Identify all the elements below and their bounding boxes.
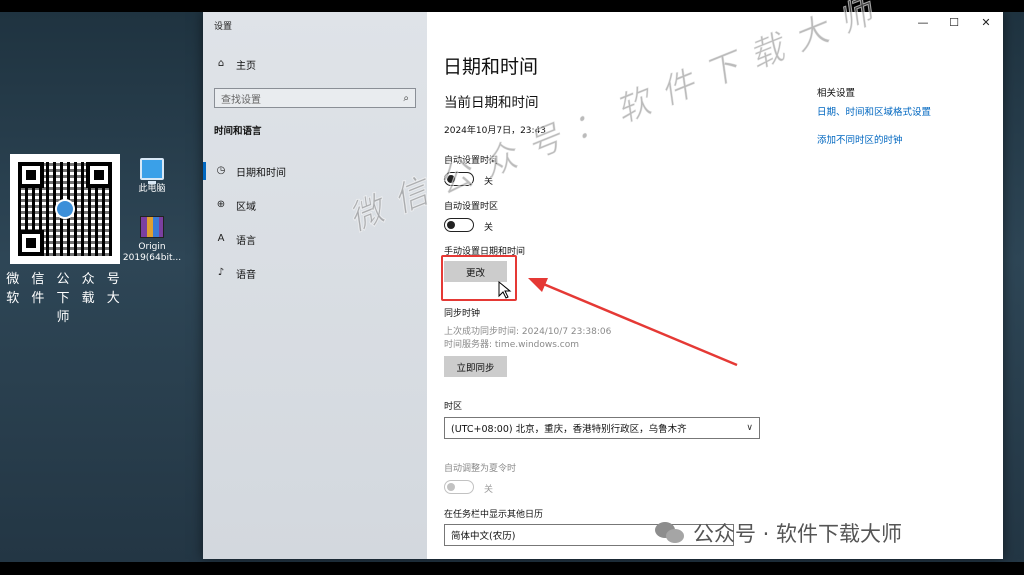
current-datetime-heading: 当前日期和时间 bbox=[444, 95, 539, 111]
microphone-icon: ♪ bbox=[217, 267, 225, 278]
sidebar-item-date-time[interactable]: ◷ 日期和时间 bbox=[215, 162, 286, 180]
brand-footer: 公众号 · 软件下载大师 bbox=[655, 518, 902, 548]
time-server-text: 时间服务器: time.windows.com bbox=[444, 340, 580, 350]
sidebar-item-speech[interactable]: ♪ 语音 bbox=[215, 264, 256, 282]
auto-zone-toggle[interactable] bbox=[444, 218, 474, 232]
winrar-archive-icon bbox=[140, 216, 164, 238]
desktop-icon-origin-installer[interactable]: Origin 2019(64bit... bbox=[122, 216, 182, 264]
sidebar-item-home[interactable]: ⌂ 主页 bbox=[215, 55, 256, 73]
timezone-select[interactable]: (UTC+08:00) 北京，重庆，香港特别行政区，乌鲁木齐 ∨ bbox=[444, 417, 760, 439]
sidebar: 设置 ⌂ 主页 查找设置 ⌕ 时间和语言 ◷ 日期和时间 ⊕ 区域 A 语言 ♪… bbox=[203, 12, 427, 559]
sync-heading: 同步时钟 bbox=[444, 309, 481, 319]
desktop-icon-label: Origin 2019(64bit... bbox=[122, 242, 182, 263]
desktop-icon-this-pc[interactable]: 此电脑 bbox=[122, 158, 182, 195]
qr-caption-line2: 软 件 下 载 大 师 bbox=[6, 291, 124, 325]
sidebar-item-label: 语言 bbox=[236, 235, 256, 247]
qr-logo-icon bbox=[55, 199, 75, 219]
globe-icon: ⊕ bbox=[216, 199, 226, 210]
close-button[interactable]: ✕ bbox=[973, 16, 999, 29]
timezone-label: 时区 bbox=[444, 402, 463, 412]
minimize-button[interactable]: — bbox=[910, 16, 936, 29]
qr-caption-line1: 微 信 公 众 号 bbox=[6, 272, 124, 287]
calendar-label: 在任务栏中显示其他日历 bbox=[444, 510, 544, 520]
maximize-button[interactable]: ☐ bbox=[941, 16, 967, 29]
language-icon: A bbox=[217, 233, 225, 244]
qr-code bbox=[10, 154, 120, 264]
dst-toggle[interactable] bbox=[444, 480, 474, 494]
calendar-clock-icon: ◷ bbox=[216, 165, 226, 176]
page-title: 日期和时间 bbox=[443, 56, 539, 78]
auto-zone-state: 关 bbox=[484, 223, 494, 233]
home-icon: ⌂ bbox=[217, 58, 225, 69]
format-settings-link[interactable]: 日期、时间和区域格式设置 bbox=[817, 104, 931, 118]
section-title: 时间和语言 bbox=[214, 126, 262, 137]
letterbox-bottom bbox=[0, 562, 1024, 575]
highlight-box bbox=[441, 255, 517, 301]
timezone-value: (UTC+08:00) 北京，重庆，香港特别行政区，乌鲁木齐 bbox=[451, 424, 687, 435]
last-sync-text: 上次成功同步时间: 2024/10/7 23:38:06 bbox=[444, 327, 612, 337]
window-title: 设置 bbox=[214, 22, 233, 32]
search-placeholder: 查找设置 bbox=[221, 94, 261, 106]
sidebar-item-label: 区域 bbox=[236, 201, 256, 213]
search-input[interactable]: 查找设置 ⌕ bbox=[214, 88, 416, 108]
desktop-icon-label: 此电脑 bbox=[138, 184, 166, 194]
sidebar-item-region[interactable]: ⊕ 区域 bbox=[215, 196, 256, 214]
add-clocks-link[interactable]: 添加不同时区的时钟 bbox=[817, 132, 903, 146]
sidebar-item-language[interactable]: A 语言 bbox=[215, 230, 256, 248]
sidebar-item-label: 日期和时间 bbox=[236, 167, 286, 179]
dst-state: 关 bbox=[484, 485, 494, 495]
scrollbar[interactable] bbox=[999, 12, 1003, 559]
dst-label: 自动调整为夏令时 bbox=[444, 464, 517, 474]
sidebar-item-label: 语音 bbox=[236, 269, 256, 281]
computer-icon bbox=[140, 158, 164, 184]
search-icon: ⌕ bbox=[403, 92, 409, 104]
related-settings-title: 相关设置 bbox=[817, 88, 856, 99]
chevron-down-icon: ∨ bbox=[746, 423, 753, 433]
brand-text: 公众号 · 软件下载大师 bbox=[693, 522, 903, 546]
sync-now-button[interactable]: 立即同步 bbox=[444, 356, 507, 377]
calendar-value: 简体中文(农历) bbox=[451, 531, 516, 542]
active-indicator bbox=[203, 162, 206, 180]
sidebar-item-label: 主页 bbox=[236, 60, 256, 72]
wechat-logo-icon bbox=[655, 522, 685, 544]
